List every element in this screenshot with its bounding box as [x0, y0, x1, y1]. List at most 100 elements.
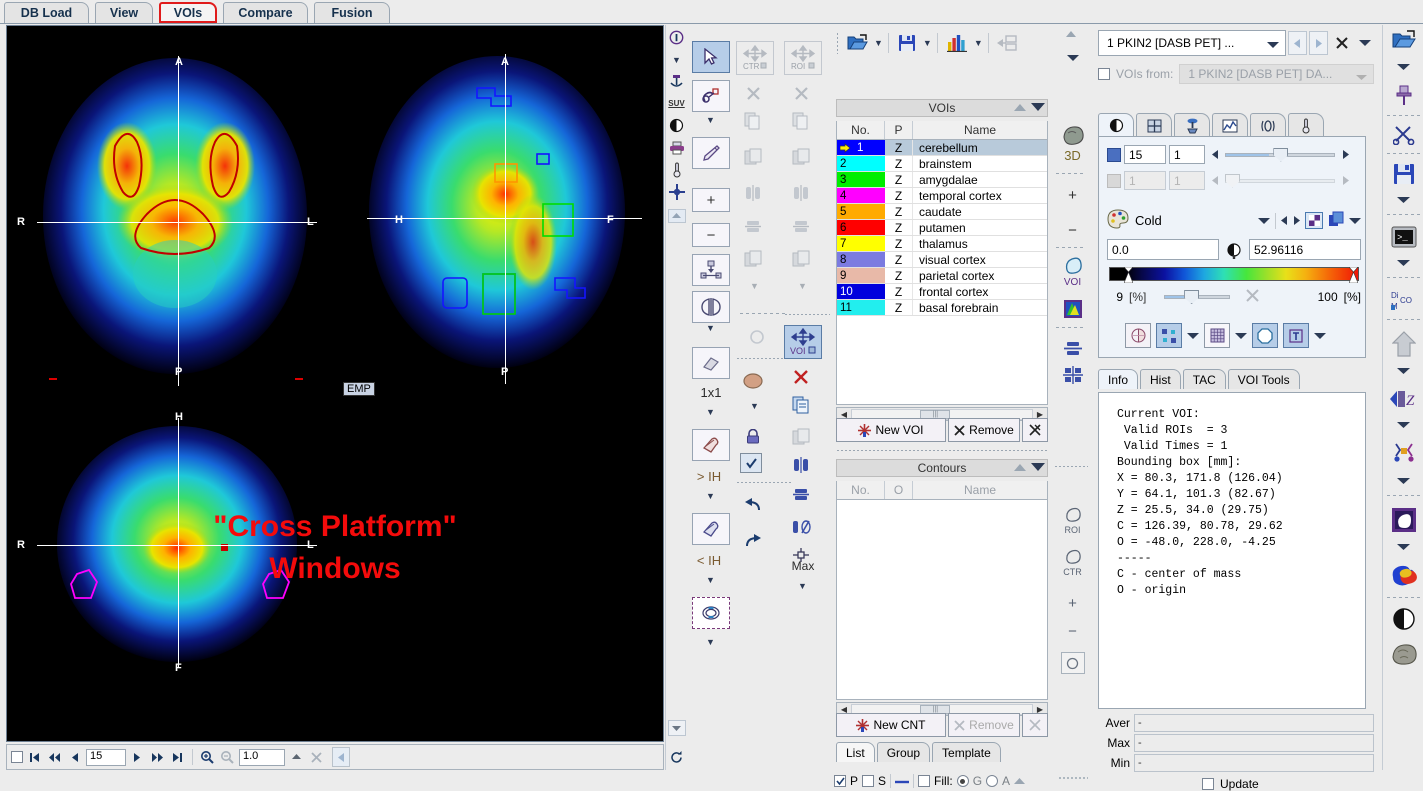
- layout-tab[interactable]: [1136, 113, 1172, 137]
- lock-icon[interactable]: [740, 425, 766, 449]
- mirror-center-icon[interactable]: [740, 181, 766, 205]
- palette-next-icon[interactable]: [1293, 214, 1300, 228]
- paste-voi-icon[interactable]: [788, 425, 814, 449]
- save-data-icon[interactable]: [1383, 161, 1423, 187]
- sagittal-crosshair-vertical[interactable]: [505, 54, 506, 384]
- slice-color-swatch[interactable]: [1107, 147, 1121, 162]
- voi-overlay-icon[interactable]: [1052, 255, 1093, 275]
- fast-forward-button[interactable]: [149, 748, 166, 766]
- coronal-crosshair-horizontal[interactable]: [37, 545, 317, 546]
- ctr-small-icon[interactable]: [1052, 545, 1093, 567]
- previous-slice-button[interactable]: [66, 748, 83, 766]
- copy-center-icon[interactable]: [740, 109, 766, 133]
- max-chevron-icon[interactable]: ▼: [798, 581, 807, 591]
- console-chevron-icon[interactable]: [1383, 255, 1423, 271]
- zoom-level-input[interactable]: 1.0: [239, 748, 285, 766]
- table-row[interactable]: 7 Zthalamus: [837, 236, 1047, 252]
- update-checkbox[interactable]: [1202, 778, 1214, 790]
- curve-tab[interactable]: [1212, 113, 1248, 137]
- scalpel-tool-button[interactable]: [692, 137, 730, 169]
- transverse-crosshair-horizontal[interactable]: [37, 222, 317, 223]
- fill-above-tool-button[interactable]: [692, 429, 730, 461]
- palette-previous-icon[interactable]: [1281, 214, 1288, 228]
- mode-markers-chevron-icon[interactable]: [1187, 329, 1199, 343]
- main-tab-db-load[interactable]: DB Load: [4, 2, 89, 23]
- color-bar-high-handle[interactable]: [1348, 266, 1359, 284]
- rrail-circle-button[interactable]: [1052, 650, 1093, 676]
- table-row[interactable]: 9 Zparietal cortex: [837, 268, 1047, 284]
- fill-below-tool-button[interactable]: [692, 513, 730, 545]
- voi-mode-tab-list[interactable]: List: [836, 742, 875, 762]
- palette-icon[interactable]: [1107, 209, 1129, 232]
- remove-all-cnt-button[interactable]: [1022, 713, 1048, 737]
- window-min-input[interactable]: 0.0: [1107, 239, 1219, 260]
- palette-chevron-icon[interactable]: [1258, 214, 1270, 228]
- fill-checkbox[interactable]: [918, 775, 931, 787]
- image-viewport[interactable]: A P R L A P H F H F R L EMP "Cross Platf…: [6, 25, 664, 742]
- palette-copy-icon[interactable]: [1328, 211, 1344, 230]
- mirror-tool-chevron-icon[interactable]: ▼: [706, 323, 715, 333]
- zoom-stepper-up-icon[interactable]: [288, 748, 305, 766]
- voi-mode-tab-template[interactable]: Template: [932, 742, 1001, 762]
- open-voi-chevron-icon[interactable]: ▼: [874, 38, 883, 48]
- frame-slider[interactable]: [1225, 173, 1335, 188]
- slice-slider-right-icon[interactable]: [1338, 150, 1352, 159]
- main-tab-compare[interactable]: Compare: [223, 2, 308, 23]
- paste-center-icon[interactable]: [740, 145, 766, 169]
- load-data-chevron-icon[interactable]: [1383, 59, 1423, 75]
- slice-number-input[interactable]: 15: [86, 748, 126, 766]
- series-dropdown[interactable]: 1 PKIN2 [DASB PET] ...: [1098, 30, 1286, 56]
- percent-clear-icon[interactable]: [1246, 289, 1260, 305]
- contrast-circle-icon[interactable]: [1383, 605, 1423, 633]
- series-previous-button[interactable]: [1288, 31, 1307, 55]
- table-row[interactable]: 2 Zbrainstem: [837, 156, 1047, 172]
- load-data-icon[interactable]: [1383, 27, 1423, 53]
- main-tab-view[interactable]: View: [95, 2, 153, 23]
- series-chevron-icon[interactable]: [1267, 38, 1279, 52]
- remove-all-voi-button[interactable]: [1022, 418, 1048, 442]
- contours-expand-icon[interactable]: [1031, 461, 1045, 475]
- home-chevron-icon[interactable]: [1383, 363, 1423, 379]
- atlas-tab[interactable]: [1250, 113, 1286, 137]
- copy-roi-icon[interactable]: [788, 109, 814, 133]
- split-voi-icon[interactable]: [788, 515, 814, 539]
- mode-grid-button[interactable]: [1204, 323, 1230, 348]
- scroll-left-button[interactable]: [332, 747, 350, 767]
- roi-edit-tool-button[interactable]: [692, 80, 730, 112]
- table-row[interactable]: 1 Zcerebellum: [837, 140, 1047, 156]
- mode-outline-button[interactable]: [1252, 323, 1278, 348]
- slice-slider[interactable]: [1225, 147, 1335, 162]
- z-flip-chevron-icon[interactable]: [1383, 417, 1423, 433]
- info-tab-tac[interactable]: TAC: [1182, 369, 1226, 389]
- voi-panel-collapse-icon[interactable]: [1014, 101, 1026, 115]
- paste-roi-icon[interactable]: [788, 145, 814, 169]
- transverse-crosshair-vertical[interactable]: [178, 56, 179, 386]
- move-voi-button[interactable]: VOI: [784, 325, 822, 359]
- center-group-chevron-icon[interactable]: ▼: [750, 281, 759, 291]
- tile-layout-icon[interactable]: [1052, 363, 1093, 387]
- circle-outline-icon[interactable]: [744, 325, 770, 349]
- new-voi-button[interactable]: New VOI: [836, 418, 946, 442]
- info-tab-hist[interactable]: Hist: [1140, 369, 1181, 389]
- frame-color-swatch[interactable]: [1107, 173, 1121, 188]
- align-vertical-tool-button[interactable]: [692, 254, 730, 286]
- table-row[interactable]: 8 Zvisual cortex: [837, 252, 1047, 268]
- vois-from-dropdown[interactable]: 1 PKIN2 [DASB PET] DA...: [1179, 64, 1374, 84]
- pin-icon[interactable]: [1383, 83, 1423, 109]
- delete-center-icon[interactable]: [740, 81, 766, 105]
- delete-roi-icon[interactable]: [788, 81, 814, 105]
- rrail-remove-icon[interactable]: −: [1052, 220, 1093, 240]
- open-voi-icon[interactable]: [843, 34, 871, 52]
- scissors-icon[interactable]: [1383, 123, 1423, 147]
- frame-index-input[interactable]: 1: [1124, 171, 1166, 190]
- pointer-tool-button[interactable]: [692, 41, 730, 73]
- invert-palette-button[interactable]: [1305, 212, 1323, 229]
- rrail-add-icon[interactable]: +: [1052, 185, 1093, 205]
- next-slice-button[interactable]: [129, 748, 146, 766]
- window-max-input[interactable]: 52.96116: [1249, 239, 1361, 260]
- view-options-chevron-icon[interactable]: ▼: [668, 51, 686, 68]
- threshold-below-chevron-icon[interactable]: ▼: [706, 575, 715, 585]
- info-tab-info[interactable]: Info: [1098, 369, 1139, 389]
- mode-markers-button[interactable]: [1156, 323, 1182, 348]
- main-tab-vois[interactable]: VOIs: [159, 2, 217, 23]
